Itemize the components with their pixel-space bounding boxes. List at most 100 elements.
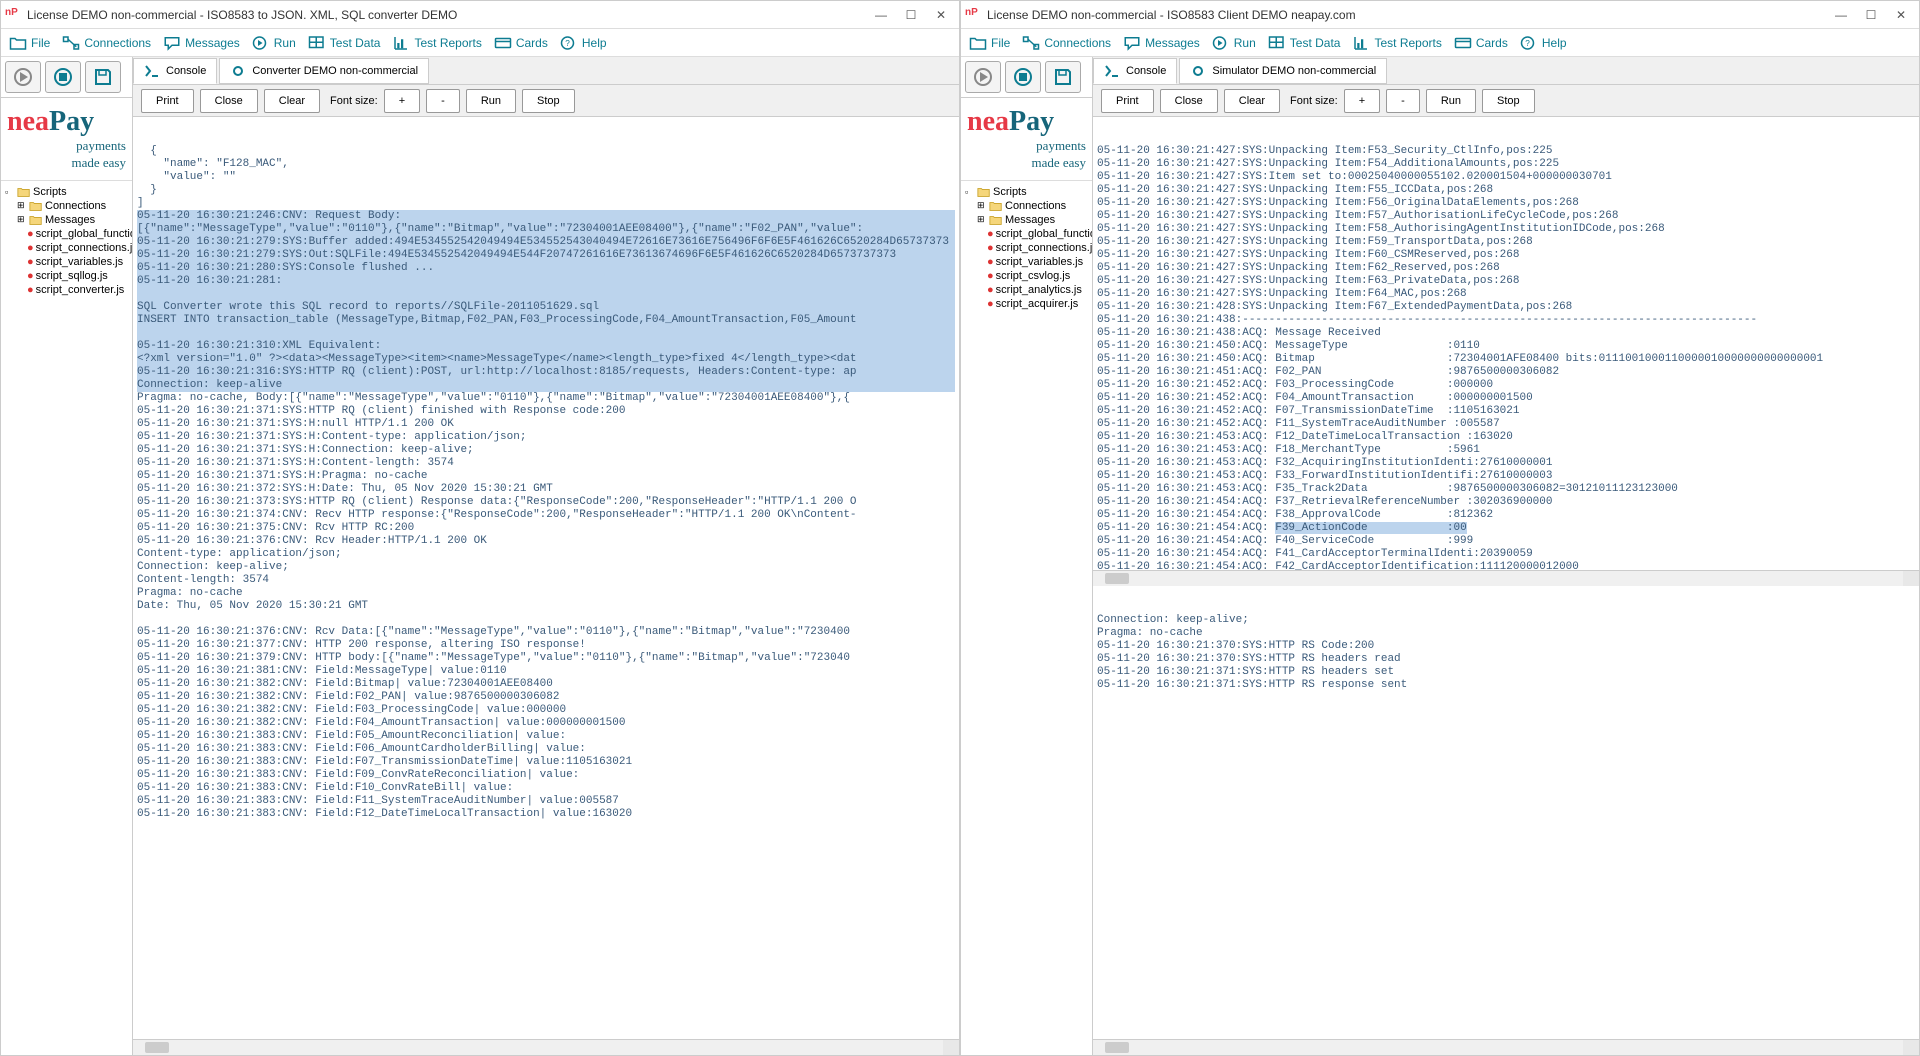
menu-testdata[interactable]: Test Data: [308, 35, 381, 51]
tree-file[interactable]: ●script_sqllog.js: [5, 269, 128, 283]
menu-cards[interactable]: Cards: [1454, 35, 1508, 51]
scrollbar[interactable]: [1093, 570, 1919, 586]
folder-icon: [17, 186, 31, 198]
maximize-button[interactable]: ☐: [1865, 9, 1877, 21]
chart-icon: [1352, 35, 1370, 51]
font-minus-button[interactable]: -: [426, 89, 460, 113]
run-button[interactable]: Run: [1426, 89, 1476, 113]
font-plus-button[interactable]: +: [384, 89, 420, 113]
clear-button[interactable]: Clear: [1224, 89, 1280, 113]
menu-file[interactable]: File: [969, 35, 1010, 51]
menu-cards[interactable]: Cards: [494, 35, 548, 51]
sidebar-right: neaPay payments made easy ▫Scripts ⊞Conn…: [961, 57, 1093, 1055]
console-left[interactable]: { "name": "F128_MAC", "value": "" }]05-1…: [133, 117, 959, 1039]
tabbar-left: Console Converter DEMO non-commercial: [133, 57, 959, 85]
menu-connections[interactable]: Connections: [62, 35, 151, 51]
stop-cons-button[interactable]: Stop: [1482, 89, 1535, 113]
menubar: File Connections Messages Run Test Data …: [1, 29, 959, 57]
tree-file[interactable]: ●script_converter.js: [5, 283, 128, 297]
tab-converter[interactable]: Converter DEMO non-commercial: [219, 58, 429, 84]
folder-icon: [9, 35, 27, 51]
save-button[interactable]: [85, 61, 121, 93]
clear-button[interactable]: Clear: [264, 89, 320, 113]
tab-console[interactable]: Console: [1093, 58, 1177, 84]
close-button[interactable]: ✕: [935, 9, 947, 21]
gear-icon: [1190, 64, 1206, 78]
svg-text:?: ?: [1525, 39, 1530, 48]
menu-testreports[interactable]: Test Reports: [1352, 35, 1441, 51]
menu-messages[interactable]: Messages: [1123, 35, 1200, 51]
app-icon: nP: [5, 7, 21, 23]
tree-file[interactable]: ●script_global_functions.js: [5, 227, 128, 241]
save-button[interactable]: [1045, 61, 1081, 93]
stop-cons-button[interactable]: Stop: [522, 89, 575, 113]
tree-file[interactable]: ●script_connections.js: [965, 241, 1088, 255]
play-button[interactable]: [965, 61, 1001, 93]
tab-console[interactable]: Console: [133, 58, 217, 84]
menu-file[interactable]: File: [9, 35, 50, 51]
right-window: nP License DEMO non-commercial - ISO8583…: [960, 0, 1920, 1056]
play-button[interactable]: [5, 61, 41, 93]
close-console-button[interactable]: Close: [1160, 89, 1218, 113]
play-icon: [1212, 35, 1230, 51]
console-right-bottom[interactable]: Connection: keep-alive;Pragma: no-cache0…: [1093, 586, 1919, 1039]
menu-run[interactable]: Run: [252, 35, 296, 51]
tree-folder[interactable]: ⊞Messages: [5, 213, 128, 227]
minimize-button[interactable]: —: [1835, 9, 1847, 21]
grid-icon: [308, 35, 326, 51]
tree-folder[interactable]: ⊞Messages: [965, 213, 1088, 227]
minimize-button[interactable]: —: [875, 9, 887, 21]
menu-connections[interactable]: Connections: [1022, 35, 1111, 51]
run-button[interactable]: Run: [466, 89, 516, 113]
tree-file[interactable]: ●script_csvlog.js: [965, 269, 1088, 283]
help-icon: ?: [560, 35, 578, 51]
console-icon: [144, 64, 160, 78]
font-minus-button[interactable]: -: [1386, 89, 1420, 113]
console-right-top[interactable]: 05-11-20 16:30:21:427:SYS:Unpacking Item…: [1093, 117, 1919, 570]
gear-icon: [230, 64, 246, 78]
help-icon: ?: [1520, 35, 1538, 51]
tree-file[interactable]: ●script_variables.js: [5, 255, 128, 269]
scrollbar[interactable]: [1093, 1039, 1919, 1055]
tree-file[interactable]: ●script_analytics.js: [965, 283, 1088, 297]
tree-root[interactable]: ▫Scripts: [965, 185, 1088, 199]
menu-testreports[interactable]: Test Reports: [392, 35, 481, 51]
window-title: License DEMO non-commercial - ISO8583 to…: [27, 8, 875, 22]
logo: neaPay payments made easy: [961, 98, 1092, 181]
print-button[interactable]: Print: [141, 89, 194, 113]
tree-folder[interactable]: ⊞Connections: [5, 199, 128, 213]
menubar: File Connections Messages Run Test Data …: [961, 29, 1919, 57]
app-icon: nP: [965, 7, 981, 23]
tab-simulator[interactable]: Simulator DEMO non-commercial: [1179, 58, 1387, 84]
tree-file[interactable]: ●script_connections.js: [5, 241, 128, 255]
card-icon: [1454, 35, 1472, 51]
print-button[interactable]: Print: [1101, 89, 1154, 113]
close-console-button[interactable]: Close: [200, 89, 258, 113]
font-plus-button[interactable]: +: [1344, 89, 1380, 113]
connections-icon: [62, 35, 80, 51]
menu-messages[interactable]: Messages: [163, 35, 240, 51]
scrollbar[interactable]: [133, 1039, 959, 1055]
close-button[interactable]: ✕: [1895, 9, 1907, 21]
card-icon: [494, 35, 512, 51]
menu-run[interactable]: Run: [1212, 35, 1256, 51]
menu-help[interactable]: ?Help: [1520, 35, 1567, 51]
tree-file[interactable]: ●script_variables.js: [965, 255, 1088, 269]
play-icon: [252, 35, 270, 51]
maximize-button[interactable]: ☐: [905, 9, 917, 21]
tree-root[interactable]: ▫Scripts: [5, 185, 128, 199]
tree-left[interactable]: ▫Scripts ⊞Connections ⊞Messages ●script_…: [1, 181, 132, 1055]
tree-file[interactable]: ●script_global_functions.js: [965, 227, 1088, 241]
menu-help[interactable]: ?Help: [560, 35, 607, 51]
fontsize-label: Font size:: [330, 95, 378, 107]
stop-button[interactable]: [1005, 61, 1041, 93]
grid-icon: [1268, 35, 1286, 51]
tree-right[interactable]: ▫Scripts ⊞Connections ⊞Messages ●script_…: [961, 181, 1092, 1055]
tree-file[interactable]: ●script_acquirer.js: [965, 297, 1088, 311]
messages-icon: [163, 35, 181, 51]
tree-folder[interactable]: ⊞Connections: [965, 199, 1088, 213]
stop-button[interactable]: [45, 61, 81, 93]
menu-testdata[interactable]: Test Data: [1268, 35, 1341, 51]
messages-icon: [1123, 35, 1141, 51]
console-icon: [1104, 64, 1120, 78]
